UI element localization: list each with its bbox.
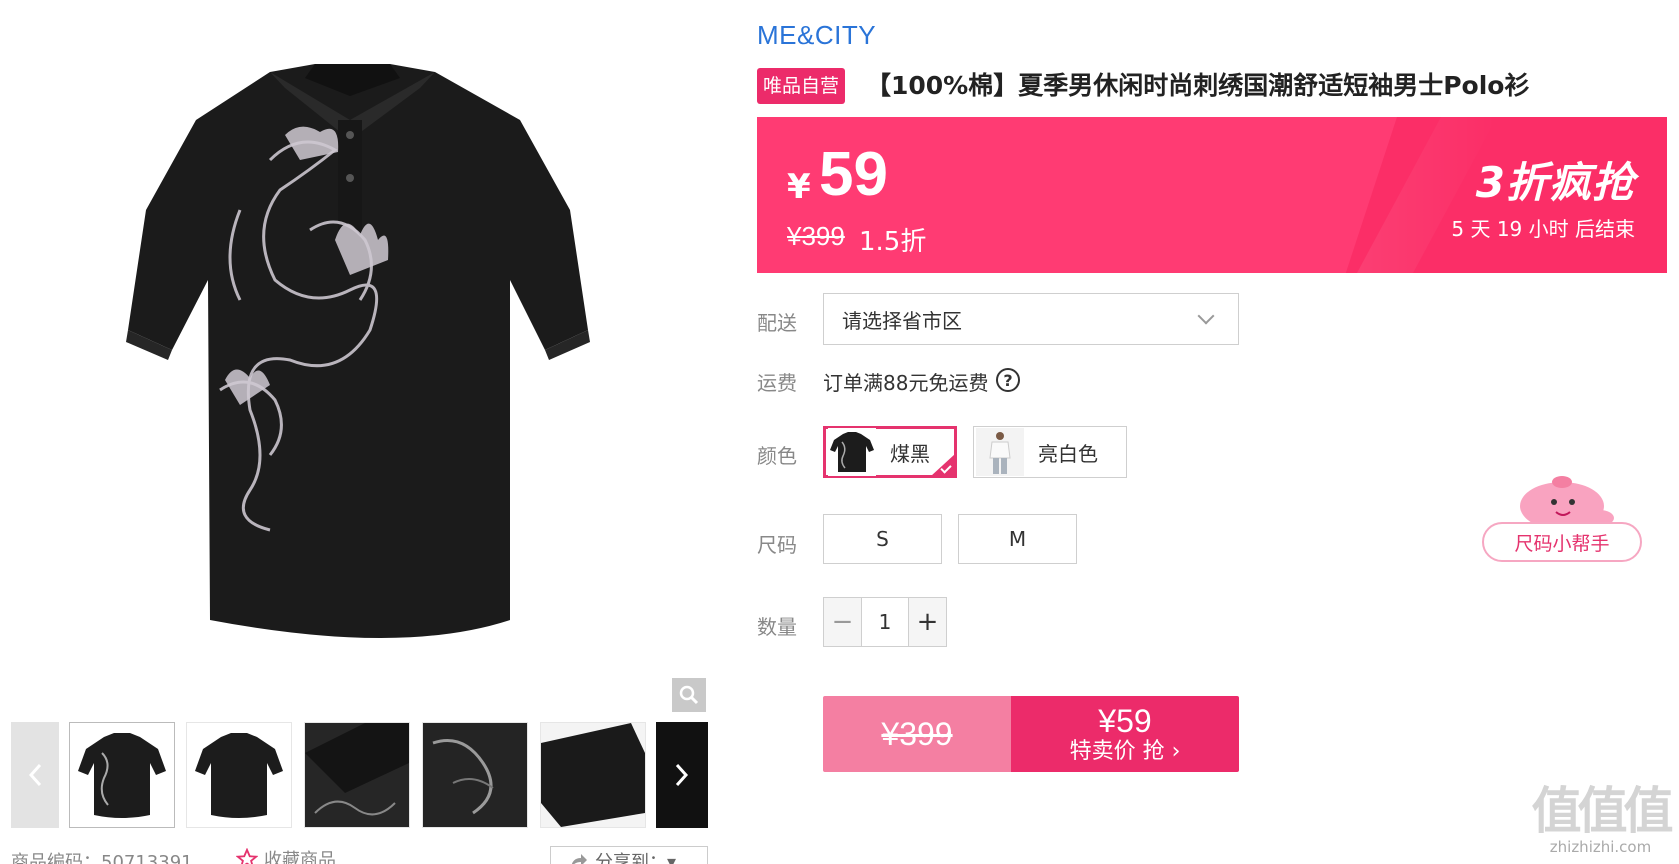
buy-price: ¥59 (1098, 703, 1152, 739)
freight-label: 运费 (757, 371, 797, 395)
currency-sign: ¥ (787, 167, 811, 207)
thumbnail-2[interactable] (186, 722, 292, 828)
chevron-right-icon (675, 763, 689, 787)
product-title: 【100%棉】夏季男休闲时尚刺绣国潮舒适短袖男士Polo衫 (866, 71, 1530, 100)
freight-text: 订单满88元免运费 (823, 371, 989, 395)
zoom-button[interactable] (672, 678, 706, 712)
quantity-minus-button[interactable]: − (824, 598, 861, 646)
size-helper-widget[interactable]: 尺码小帮手 (1480, 476, 1646, 566)
help-icon[interactable]: ? (996, 368, 1020, 392)
color-option-label: 煤黑 (890, 441, 930, 466)
size-option-m[interactable]: M (958, 514, 1077, 564)
product-main-image (100, 60, 610, 670)
chevron-left-icon (28, 763, 42, 787)
color-option-white[interactable]: 亮白色 (973, 426, 1127, 478)
buy-button[interactable]: ¥399 ¥59 特卖价 抢 › (823, 696, 1239, 772)
price-banner: ¥ 59 ¥399 1.5折 3折疯抢 5 天 19 小时 后结束 (757, 117, 1667, 273)
thumbs-next-button[interactable] (656, 722, 708, 828)
quantity-value[interactable]: 1 (861, 598, 909, 646)
current-price: 59 (819, 140, 888, 209)
thumbnail-1[interactable] (69, 722, 175, 828)
region-select[interactable]: 请选择省市区 (823, 293, 1239, 345)
thumbnail-3[interactable] (304, 722, 410, 828)
selected-check-icon (931, 454, 955, 476)
thumbs-prev-button[interactable] (11, 722, 59, 828)
share-label: 分享到：▾ (595, 852, 677, 864)
favorite-link[interactable]: 收藏商品 (236, 846, 336, 864)
countdown-timer: 5 天 19 小时 后结束 (1451, 217, 1635, 241)
discount-rate: 1.5折 (859, 227, 927, 257)
black-shirt-thumb (828, 428, 876, 476)
share-dropdown[interactable]: 分享到：▾ (550, 846, 708, 864)
watermark-logo: 值值值 zhizhizhi.com (1528, 782, 1674, 864)
magnifier-icon (679, 685, 699, 705)
size-label: 尺码 (757, 533, 797, 557)
quantity-stepper: − 1 + (823, 597, 947, 647)
color-option-label: 亮白色 (1038, 441, 1098, 466)
original-price: ¥399 (787, 221, 845, 251)
star-icon (236, 848, 258, 864)
thumbnail-4[interactable] (422, 722, 528, 828)
quantity-plus-button[interactable]: + (909, 598, 946, 646)
thumbnail-strip (68, 722, 708, 828)
promo-title: 3折疯抢 (1475, 158, 1635, 207)
delivery-label: 配送 (757, 311, 797, 335)
quantity-label: 数量 (757, 615, 797, 639)
thumbnail-5[interactable] (540, 722, 646, 828)
size-helper-label: 尺码小帮手 (1482, 522, 1642, 562)
brand-link[interactable]: ME&CITY (757, 20, 876, 51)
share-icon (571, 854, 587, 864)
chevron-down-icon (1197, 307, 1215, 325)
watermark-text: 值值值 (1531, 782, 1674, 840)
color-label: 颜色 (757, 444, 797, 468)
watermark-url: zhizhizhi.com (1549, 838, 1652, 856)
buy-original-price: ¥399 (823, 696, 1011, 772)
buy-label: 特卖价 抢 › (1069, 739, 1181, 764)
favorite-label: 收藏商品 (264, 850, 336, 864)
white-shirt-thumb (976, 428, 1024, 476)
color-option-black[interactable]: 煤黑 (823, 426, 957, 478)
buy-cta: ¥59 特卖价 抢 › (1011, 696, 1239, 772)
self-operated-badge: 唯品自营 (757, 68, 846, 104)
product-code: 商品编码：50713391 (11, 852, 193, 864)
region-placeholder: 请选择省市区 (842, 308, 962, 333)
size-option-s[interactable]: S (823, 514, 942, 564)
